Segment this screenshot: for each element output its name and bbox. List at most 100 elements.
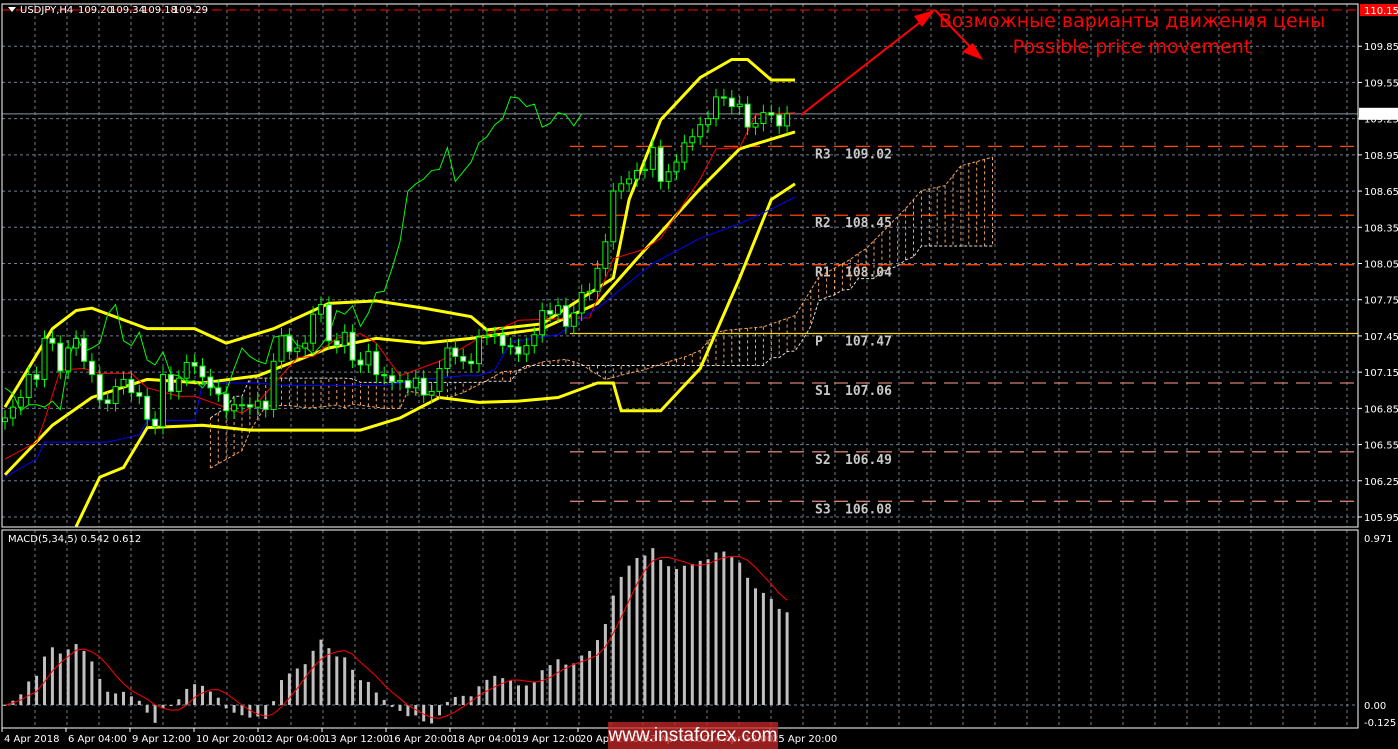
time-label: 19 Apr 12:00 [516,734,581,745]
candle-body [183,361,190,379]
macd-histogram-bar [722,551,726,705]
candle-body [649,147,656,170]
macd-histogram-bar [319,639,323,705]
macd-histogram-bar [690,564,694,705]
price-tick-label: 109.55 [1364,78,1398,89]
price-tick-label: 110.15 [1364,6,1398,17]
trading-chart[interactable]: R3 109.02R2 108.45R1 108.04P 107.47S1 107.06S… [0,0,1398,749]
macd-histogram-bar [129,696,133,705]
candle-body [25,374,32,398]
macd-histogram-bar [611,595,615,705]
macd-histogram-bar [201,685,204,705]
macd-histogram-bar [627,565,631,705]
candle-body [681,142,688,163]
macd-histogram-bar [359,680,362,705]
candle-body [491,334,498,337]
macd-tick-label: 0.00 [1364,701,1386,712]
candle-body [294,347,301,353]
candle-body [634,170,640,180]
time-label: 16 Apr 20:00 [388,734,453,745]
macd-histogram-bar [501,678,505,705]
macd-histogram-bar [177,699,181,705]
candle-body [199,365,206,378]
candle-body [389,375,396,383]
macd-histogram-bar [548,665,552,705]
macd-histogram-bar [556,659,560,705]
macd-histogram-bar [761,592,765,705]
candle-body [713,96,719,120]
candle-body [17,396,24,408]
macd-histogram-bar [635,557,639,705]
price-tick-label: 107.45 [1364,332,1398,343]
time-label: 10 Apr 20:00 [196,734,261,745]
macd-histogram-bar [777,608,781,705]
candle-body [73,337,80,349]
macd-histogram-bar [390,705,394,707]
macd-histogram-bar [382,699,386,705]
candle-body [404,380,411,389]
price-tick-label: 106.55 [1364,441,1398,452]
chart-symbol: USDJPY,H4 [20,5,73,16]
macd-histogram-bar [659,559,663,705]
candle-body [215,387,222,395]
macd-histogram-bar [698,560,702,705]
macd-histogram-bar [714,552,718,705]
macd-histogram-bar [651,548,655,705]
pivot-value-s2: 106.49 [845,453,892,468]
macd-histogram-bar [145,705,149,713]
macd-histogram-bar [509,680,513,705]
price-tick-label: 106.85 [1364,404,1398,415]
pivot-label-p: P [815,335,823,350]
candle-body [41,337,48,380]
ohlc-high: 109.34 [110,5,145,16]
annotation-russian: Возможные варианты движения цены [939,10,1325,32]
macd-histogram-bar [682,565,686,705]
candle-body [420,377,427,396]
macd-histogram-bar [438,705,441,716]
candle-body [555,305,561,315]
candle-body [152,418,159,427]
candle-body [57,342,64,372]
pivot-label-s1: S1 [815,384,831,399]
candle-body [744,103,751,128]
macd-histogram-bar [106,691,110,705]
pivot-value-s3: 106.08 [845,502,892,517]
macd-histogram-bar [746,577,750,705]
pivot-value-s1: 107.06 [845,384,892,399]
macd-histogram-bar [603,624,607,705]
candle-body [736,103,743,108]
candle-body [626,178,633,185]
macd-histogram-bar [264,705,268,719]
candle-body [9,406,16,419]
candle-body [784,113,791,127]
candle-body [246,404,253,408]
macd-histogram-bar [485,679,489,705]
macd-histogram-bar [754,588,757,705]
macd-histogram-bar [287,673,291,705]
candle-body [325,304,332,342]
candle-body [104,399,111,405]
pivot-label-r3: R3 [815,147,831,162]
price-tick-label: 108.65 [1364,187,1398,198]
macd-histogram-bar [580,655,584,705]
pivot-value-p: 107.47 [845,335,892,350]
macd-tick-label: -0.125 [1364,718,1396,729]
macd-histogram-bar [98,678,102,705]
price-axis: 110.15109.85109.55109.25108.95108.65108.… [1358,4,1398,729]
candle-body [33,374,40,380]
candle-body [507,345,514,348]
candle-body [665,171,672,182]
macd-histogram-bar [738,562,742,705]
candle-body [318,304,324,315]
macd-histogram-bar [303,664,307,705]
candle-body [499,334,506,347]
macd-histogram-bar [153,705,157,723]
pivot-label-r2: R2 [815,216,831,231]
pivot-label-s2: S2 [815,453,831,468]
macd-histogram-bar [706,559,710,705]
candle-body [49,337,56,344]
candle-body [594,267,601,292]
candle-body [776,114,783,127]
time-label: 12 Apr 04:00 [260,734,325,745]
candle-body [254,400,261,408]
